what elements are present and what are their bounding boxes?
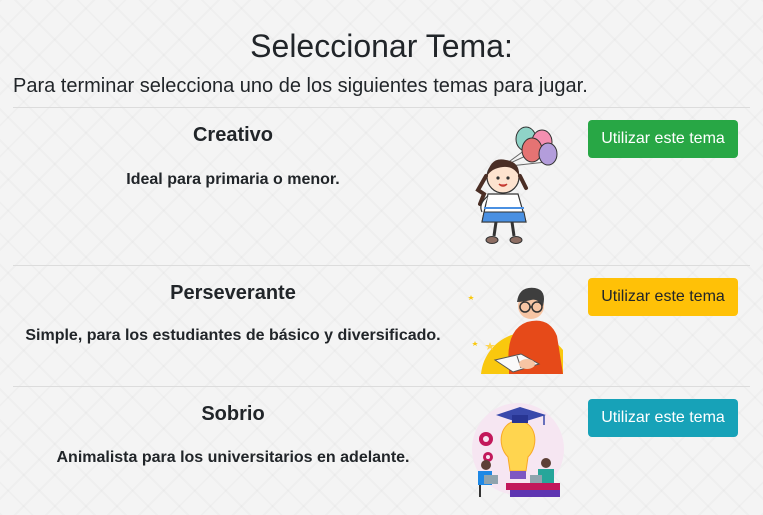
theme-row-creativo: Creativo Ideal para primaria o menor. Ut…: [13, 108, 750, 265]
theme-description: Animalista para los universitarios en ad…: [56, 449, 410, 466]
page-title: Seleccionar Tema:: [250, 28, 513, 64]
theme-row-sobrio: Sobrio Animalista para los universitario…: [13, 387, 750, 515]
theme-description: Ideal para primaria o menor.: [126, 171, 340, 188]
theme-row-perseverante: Perseverante Simple, para los estudiante…: [13, 266, 750, 386]
theme-name: Perseverante: [170, 282, 296, 304]
use-theme-button[interactable]: Utilizar este tema: [588, 278, 738, 316]
use-theme-button[interactable]: Utilizar este tema: [588, 120, 738, 158]
student-reading-icon: [468, 287, 563, 374]
use-theme-button[interactable]: Utilizar este tema: [588, 399, 738, 437]
theme-name: Creativo: [192, 124, 274, 146]
girl-with-balloons-icon: [475, 126, 558, 244]
lightbulb-graduates-icon: [472, 403, 564, 497]
theme-description: Simple, para los estudiantes de básico y…: [25, 327, 441, 344]
theme-name: Sobrio: [201, 403, 265, 425]
page-subtitle: Para terminar selecciona uno de los sigu…: [13, 75, 588, 97]
